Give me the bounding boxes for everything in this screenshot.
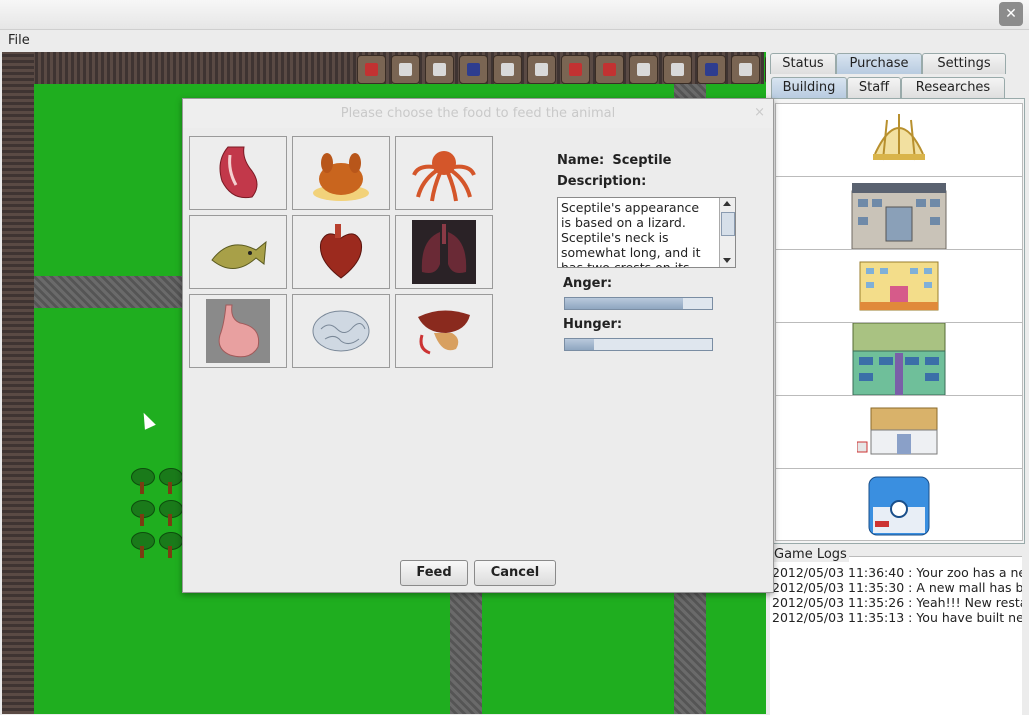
food-heart[interactable] (292, 215, 390, 289)
map-toolbar-icon[interactable] (765, 55, 766, 84)
map-toolbar-icon[interactable] (663, 55, 692, 84)
tab-building[interactable]: Building (771, 77, 847, 98)
food-fish[interactable] (189, 215, 287, 289)
stomach-icon (206, 299, 270, 363)
tree-icon (158, 500, 183, 526)
tab-purchase[interactable]: Purchase (836, 53, 922, 74)
scroll-thumb[interactable] (721, 212, 735, 236)
food-octopus[interactable] (395, 136, 493, 210)
building-item[interactable] (776, 177, 1022, 250)
anger-label: Anger: (563, 276, 613, 291)
menu-file[interactable]: File (8, 33, 30, 48)
building-item[interactable] (776, 104, 1022, 177)
map-toolbar-icon[interactable] (731, 55, 760, 84)
map-toolbar-icon[interactable] (629, 55, 658, 84)
animal-name: Sceptile (612, 153, 672, 168)
name-label: Name: (557, 153, 605, 168)
map-toolbar-icon[interactable] (391, 55, 420, 84)
liver-icon (418, 310, 470, 355)
tab-settings[interactable]: Settings (922, 53, 1006, 74)
map-toolbar-icon[interactable] (697, 55, 726, 84)
tree-icon (130, 468, 155, 494)
description-box[interactable]: Sceptile's appearance is based on a liza… (557, 197, 736, 268)
roast-chicken-icon (313, 153, 369, 201)
octopus-icon (412, 151, 476, 202)
dialog-close-icon[interactable]: × (754, 105, 765, 120)
game-logs-list[interactable]: 2012/05/03 11:36:40 : Your zoo has a ne … (770, 556, 1022, 715)
mall-building-icon (852, 323, 946, 395)
road (674, 592, 706, 714)
map-toolbar-icon[interactable] (425, 55, 454, 84)
road (34, 276, 184, 308)
hunger-label: Hunger: (563, 317, 623, 332)
hotel-building-icon (859, 261, 939, 311)
shop-building-icon (857, 407, 938, 455)
tree-icon (130, 500, 155, 526)
dome-building-icon (873, 114, 925, 161)
tree-icon (158, 532, 183, 558)
food-stomach[interactable] (189, 294, 287, 368)
window-title-bar: ✕ (0, 0, 1029, 30)
station-building-icon (851, 183, 947, 249)
tab-status[interactable]: Status (770, 53, 836, 74)
food-chicken[interactable] (292, 136, 390, 210)
tree-icon (130, 532, 155, 558)
right-panel: Status Purchase Settings Building Staff … (767, 52, 1029, 715)
scroll-up-icon[interactable] (723, 201, 731, 206)
tab-staff[interactable]: Staff (847, 77, 901, 98)
map-toolbar-icon[interactable] (595, 55, 624, 84)
cancel-button[interactable]: Cancel (474, 560, 556, 586)
window-close-button[interactable]: ✕ (999, 2, 1023, 26)
fish-icon (211, 240, 267, 269)
feed-dialog: Please choose the food to feed the anima… (182, 98, 774, 593)
game-logs-panel: 2012/05/03 11:36:40 : Your zoo has a ne … (770, 546, 1023, 715)
pokecenter-building-icon (868, 476, 930, 536)
brain-icon (312, 310, 370, 352)
menu-bar: File (0, 30, 1029, 51)
log-entry: 2012/05/03 11:35:13 : You have built ne (772, 610, 1022, 625)
log-entry: 2012/05/03 11:35:30 : A new mall has be (772, 580, 1022, 595)
building-item[interactable] (776, 469, 1022, 540)
map-toolbar-icon[interactable] (527, 55, 556, 84)
food-liver[interactable] (395, 294, 493, 368)
building-item[interactable] (776, 323, 1022, 396)
dialog-title: Please choose the food to feed the anima… (183, 99, 773, 128)
heart-icon (319, 224, 363, 279)
anger-bar-fill (565, 298, 683, 309)
lungs-icon (412, 220, 476, 284)
food-meat[interactable] (189, 136, 287, 210)
building-item[interactable] (776, 250, 1022, 323)
log-entry: 2012/05/03 11:36:40 : Your zoo has a ne (772, 565, 1022, 580)
map-top-icons (357, 55, 766, 84)
mouse-cursor-icon (138, 410, 156, 430)
description-text: Sceptile's appearance is based on a liza… (561, 200, 701, 268)
hunger-bar-fill (565, 339, 595, 350)
road (450, 592, 482, 714)
map-toolbar-icon[interactable] (493, 55, 522, 84)
meat-icon (219, 146, 258, 199)
map-toolbar-icon[interactable] (561, 55, 590, 84)
description-scrollbar[interactable] (719, 198, 735, 267)
food-brain[interactable] (292, 294, 390, 368)
tree-icon (158, 468, 183, 494)
building-list-panel (770, 98, 1025, 544)
food-lungs[interactable] (395, 215, 493, 289)
tab-researches[interactable]: Researches (901, 77, 1005, 98)
description-label: Description: (557, 174, 647, 189)
scroll-down-icon[interactable] (723, 258, 731, 263)
trees (130, 468, 186, 564)
log-entry: 2012/05/03 11:35:26 : Yeah!!! New resta (772, 595, 1022, 610)
building-list[interactable] (775, 103, 1023, 541)
anger-bar (564, 297, 713, 310)
map-toolbar-icon[interactable] (459, 55, 488, 84)
game-logs-title: Game Logs (772, 547, 849, 562)
map-toolbar-icon[interactable] (357, 55, 386, 84)
building-item[interactable] (776, 396, 1022, 469)
hunger-bar (564, 338, 713, 351)
feed-button[interactable]: Feed (400, 560, 468, 586)
left-wall (2, 52, 34, 714)
